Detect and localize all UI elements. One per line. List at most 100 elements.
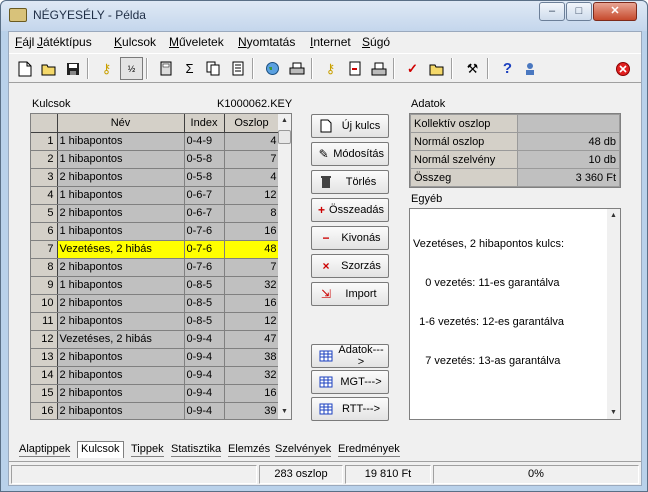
col-header-index[interactable]: Index [184,114,225,133]
table-row[interactable]: 10 2 hibapontos 0-8-5 16 [31,294,280,313]
row-number[interactable]: 9 [31,276,58,295]
new-key-button[interactable]: Új kulcs [311,114,389,138]
cell-index[interactable]: 0-9-4 [184,366,225,385]
col-header-nev[interactable]: Név [57,114,185,133]
menu-kulcsok[interactable]: Kulcsok [114,35,156,49]
row-number[interactable]: 13 [31,348,58,367]
cell-nev[interactable]: 2 hibapontos [57,168,185,187]
cell-index[interactable]: 0-7-6 [184,222,225,241]
cell-index[interactable]: 0-8-5 [184,276,225,295]
cell-nev[interactable]: 2 hibapontos [57,366,185,385]
menu-sugo[interactable]: Súgó [362,35,390,49]
row-number[interactable]: 7 [31,240,58,259]
fraction-icon[interactable]: ½ [120,57,143,80]
row-number[interactable]: 2 [31,150,58,169]
cell-nev[interactable]: 2 hibapontos [57,348,185,367]
cell-nev[interactable]: Vezetéses, 2 hibás [57,330,185,349]
row-number[interactable]: 16 [31,402,58,419]
delete-button[interactable]: Törlés [311,170,389,194]
import-button[interactable]: ⇲ Import [311,282,389,306]
row-number[interactable]: 8 [31,258,58,277]
cell-nev[interactable]: 2 hibapontos [57,204,185,223]
modify-button[interactable]: ✎ Módosítás [311,142,389,166]
menu-muveletek[interactable]: Műveletek [169,35,224,49]
cell-nev[interactable]: 1 hibapontos [57,276,185,295]
tab-elemzes[interactable]: Elemzés [228,443,271,457]
key-icon[interactable]: ⚷ [95,57,118,80]
row-number[interactable]: 3 [31,168,58,187]
calculator-icon[interactable] [154,57,177,80]
cell-index[interactable]: 0-5-8 [184,168,225,187]
cell-oszlop[interactable]: 4 [224,168,280,187]
add-button[interactable]: + Összeadás [311,198,389,222]
table-row[interactable]: 12 Vezetéses, 2 hibás 0-9-4 47 [31,330,280,349]
table-row[interactable]: 61 hibapontos 0-7-6 16 [31,222,280,241]
sigma-icon[interactable]: Σ [178,57,201,80]
cell-oszlop[interactable]: 4 [224,132,280,151]
scroll-up-icon[interactable]: ▲ [278,114,291,127]
cell-nev[interactable]: 2 hibapontos [57,294,185,313]
open-folder-icon[interactable] [37,57,60,80]
tab-tippek[interactable]: Tippek [131,443,164,457]
cell-oszlop[interactable]: 12 [224,186,280,205]
cell-oszlop[interactable]: 7 [224,150,280,169]
menu-internet[interactable]: Internet [310,35,351,49]
egyeb-scrollbar[interactable]: ▲ ▼ [607,209,620,419]
tab-statisztika[interactable]: Statisztika [171,443,222,457]
document-icon[interactable] [226,57,249,80]
export-mgt-button[interactable]: MGT---> [311,370,389,394]
row-number[interactable]: 5 [31,204,58,223]
table-row[interactable]: 16 2 hibapontos 0-9-4 39 [31,402,280,419]
cell-oszlop[interactable]: 8 [224,204,280,223]
export-rtt-button[interactable]: RTT---> [311,397,389,421]
table-row[interactable]: 11 hibapontos 0-4-9 4 [31,132,280,151]
save-disk-icon[interactable] [61,57,84,80]
cell-index[interactable]: 0-8-5 [184,312,225,331]
cell-oszlop[interactable]: 16 [224,384,280,403]
cell-nev[interactable]: 1 hibapontos [57,132,185,151]
scroll-down-icon[interactable]: ▼ [278,405,291,418]
cell-nev[interactable]: 2 hibapontos [57,258,185,277]
close-button[interactable]: ✕ [593,2,637,21]
new-file-icon[interactable] [13,57,36,80]
minimize-button[interactable]: – [539,2,565,21]
cell-index[interactable]: 0-7-6 [184,240,225,259]
cell-nev[interactable]: Vezetéses, 2 hibás [57,240,185,259]
key-document-icon[interactable]: ⚷ [319,57,342,80]
row-number[interactable]: 6 [31,222,58,241]
keys-grid[interactable]: Név Index Oszlop 11 hibapontos 0-4-9 4 2 1 h… [30,113,292,420]
table-row[interactable]: 82 hibapontos 0-7-6 7 [31,258,280,277]
table-row[interactable]: 91 hibapontos 0-8-5 32 [31,276,280,295]
menu-fajl[interactable]: Fájl [15,35,34,49]
scroll-up-icon[interactable]: ▲ [607,209,620,222]
cell-oszlop[interactable]: 12 [224,312,280,331]
table-row[interactable]: 32 hibapontos 0-5-8 4 [31,168,280,187]
row-number[interactable]: 10 [31,294,58,313]
tab-szelvenyek[interactable]: Szelvények [275,443,332,457]
tools-icon[interactable]: ⚒ [461,57,484,80]
row-number[interactable]: 12 [31,330,58,349]
cell-index[interactable]: 0-5-8 [184,150,225,169]
cell-oszlop[interactable]: 38 [224,348,280,367]
cell-index[interactable]: 0-7-6 [184,258,225,277]
table-row[interactable]: 15 2 hibapontos 0-9-4 16 [31,384,280,403]
row-number[interactable]: 11 [31,312,58,331]
cell-index[interactable]: 0-6-7 [184,186,225,205]
tab-eredmenyek[interactable]: Eredmények [338,443,400,457]
cell-nev[interactable]: 2 hibapontos [57,402,185,419]
cell-oszlop[interactable]: 32 [224,276,280,295]
cell-index[interactable]: 0-9-4 [184,348,225,367]
cell-oszlop[interactable]: 39 [224,402,280,419]
col-header-oszlop[interactable]: Oszlop [224,114,280,133]
cell-nev[interactable]: 1 hibapontos [57,186,185,205]
cell-index[interactable]: 0-4-9 [184,132,225,151]
tab-kulcsok[interactable]: Kulcsok [77,441,124,458]
multiply-button[interactable]: × Szorzás [311,254,389,278]
table-row[interactable]: 7 Vezetéses, 2 hibás 0-7-6 48 [31,240,280,259]
cell-index[interactable]: 0-8-5 [184,294,225,313]
cell-index[interactable]: 0-6-7 [184,204,225,223]
cell-oszlop[interactable]: 47 [224,330,280,349]
folder-pen-icon[interactable] [425,57,448,80]
cell-index[interactable]: 0-9-4 [184,384,225,403]
cell-index[interactable]: 0-9-4 [184,402,225,419]
